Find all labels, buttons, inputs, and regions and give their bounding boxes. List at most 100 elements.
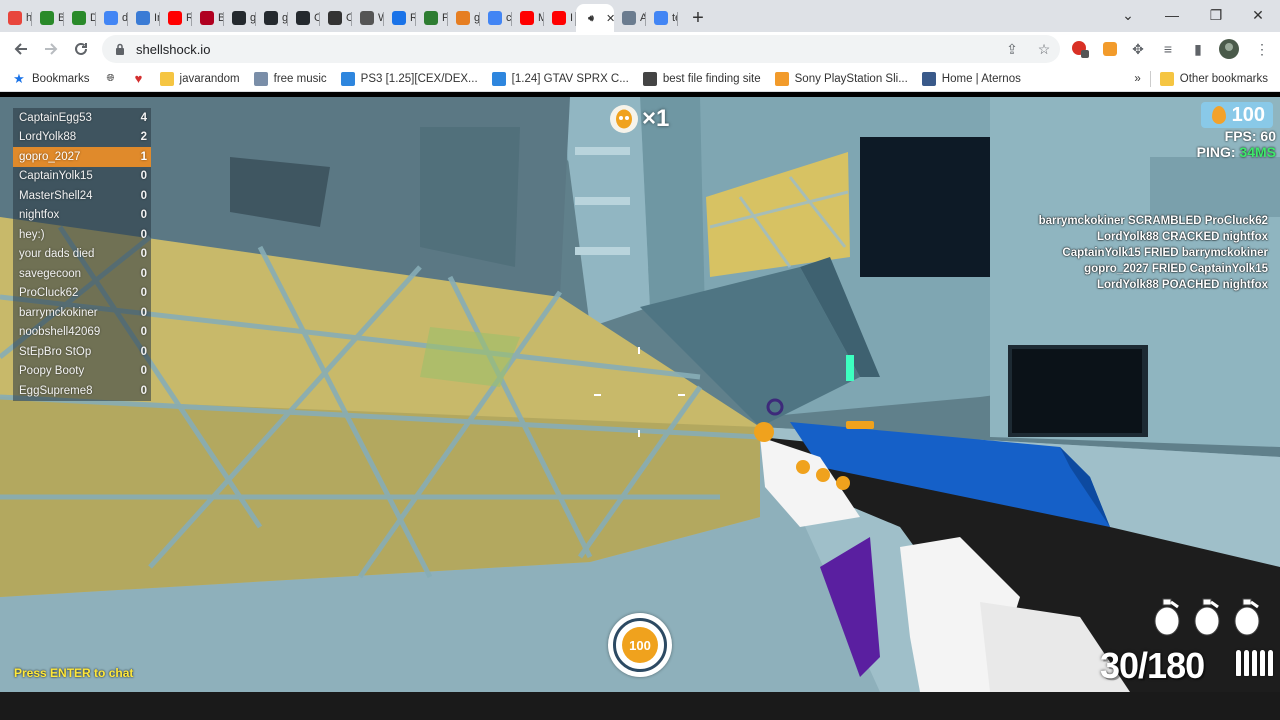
reading-list-icon[interactable]: ≡ [1154,35,1182,63]
forward-button[interactable] [36,34,66,64]
back-arrow-icon [14,43,27,55]
side-panel-icon[interactable]: ▮ [1184,35,1212,63]
bookmarks-manager[interactable]: ★ Bookmarks [0,67,97,91]
extensions-puzzle-icon[interactable]: ✥ [1124,35,1152,63]
back-button[interactable] [6,34,36,64]
browser-tab[interactable]: Be [192,4,224,32]
extension-red-icon[interactable] [1066,35,1094,63]
avatar-icon [622,11,636,25]
profile-avatar[interactable] [1215,35,1243,63]
chart-icon [136,11,150,25]
kill-streak: ×1 [610,105,669,133]
fps-label: FPS: [1224,128,1257,144]
crosshair-bottom [638,430,640,437]
menu-kebab-icon[interactable]: ⋮ [1248,35,1276,63]
browser-tab[interactable]: Ru [160,4,192,32]
health-ring: 100 [613,618,667,672]
orange-icon [456,11,470,25]
browser-tab[interactable]: ca [480,4,512,32]
bookmark-star-icon[interactable]: ☆ [1030,35,1058,63]
kill-feed: barrymckokiner SCRAMBLED ProCluck62 LordY… [1039,213,1268,293]
bookmark-item[interactable]: PS3 [1.25][CEX/DEX... [334,67,485,91]
browser-tab[interactable]: W [352,4,384,32]
browser-tab[interactable]: Py [416,4,448,32]
bookmark-item[interactable]: javarandom [153,67,247,91]
grenade-icon [1234,598,1260,636]
tab-strip: hcBuDcdeImRuBegcgcClOjWRePygicaMI t🔊︎✕At… [0,0,1280,32]
player-name: gopro_2027 [19,150,81,163]
player-name: hey:) [19,228,45,241]
bookmark-label: javarandom [179,72,240,85]
kill-feed-entry: LordYolk88 CRACKED nightfox [1096,231,1268,243]
scoreboard-row: nightfox 0 [13,205,151,225]
bookmark-item[interactable]: Home | Aternos [915,67,1028,91]
globe-icon: 🌐︎ [106,73,115,84]
browser-tab[interactable]: te [646,4,678,32]
browser-tab[interactable]: gc [256,4,288,32]
browser-tab[interactable]: 🔊︎ ✕ [576,4,614,32]
reload-button[interactable] [66,34,96,64]
bookmark-item[interactable]: Sony PlayStation Sli... [768,67,915,91]
egg-currency-badge[interactable]: 100 [1201,102,1273,128]
browser-tab[interactable]: Dc [64,4,96,32]
heart-icon: ♥ [134,71,143,86]
openai-icon [328,11,342,25]
tab-search-chevron-icon[interactable]: ⌄ [1106,0,1150,30]
restore-button[interactable]: ❐ [1194,0,1238,30]
player-score: 0 [140,209,147,222]
game-viewport[interactable]: CaptainEgg53 4 LordYolk88 2 gopro_2027 1 Capta… [0,97,1280,692]
bullet-icon [1236,650,1273,676]
minimize-button[interactable]: — [1150,0,1194,30]
fps-value: 60 [1260,128,1276,144]
browser-tab[interactable]: M [512,4,544,32]
browser-tab[interactable]: gi [448,4,480,32]
close-window-button[interactable]: ✕ [1236,0,1280,30]
bookmark-label: PS3 [1.25][CEX/DEX... [360,72,478,85]
player-name: noobshell42069 [19,326,101,339]
player-name: your dads died [19,248,95,261]
chat-prompt: Press ENTER to chat [14,666,134,680]
globe-icon [360,11,374,25]
more-bookmarks-button[interactable]: » [1127,67,1147,91]
address-bar[interactable]: shellshock.io ⇪ ☆ [102,35,1060,63]
browser-tab[interactable]: Bu [32,4,64,32]
other-bookmarks[interactable]: Other bookmarks [1153,67,1280,91]
share-icon[interactable]: ⇪ [998,35,1026,63]
bookmark-item[interactable]: best file finding site [636,67,768,91]
bookmark-globe[interactable]: 🌐︎ [97,67,125,91]
scoreboard-row: barrymckokiner 0 [13,303,151,323]
bookmark-item[interactable]: [1.24] GTAV SPRX C... [485,67,636,91]
health-value: 100 [622,627,658,663]
ping-value: 34MS [1239,144,1276,160]
browser-tab[interactable]: gc [224,4,256,32]
google-icon [488,11,502,25]
browser-tab[interactable]: Cl [288,4,320,32]
new-tab-button[interactable]: + [682,4,714,32]
browser-tab[interactable]: Oj [320,4,352,32]
robot-icon [642,71,657,86]
browser-tab[interactable]: de [96,4,128,32]
browser-tab[interactable]: I t [544,4,576,32]
star-icon: ★ [13,70,25,86]
bookmark-item[interactable]: free music [247,67,334,91]
grenade-inventory [1152,597,1262,637]
blue-dot-icon [392,11,406,25]
m-icon [200,11,214,25]
browser-tab[interactable]: A [614,4,646,32]
player-name: LordYolk88 [19,131,77,144]
golden-egg-icon [1211,106,1226,124]
bookmark-list: javarandom free music PS3 [1.25][CEX/DEX..… [153,67,1028,91]
w-icon [424,11,438,25]
ping-counter: PING: 34MS [1197,144,1276,160]
browser-tab[interactable]: Re [384,4,416,32]
google-icon [654,11,668,25]
scoreboard-row: CaptainYolk15 0 [13,166,151,186]
speaker-icon: 🔊︎ [588,12,594,23]
crosshair-right [678,394,685,396]
bookmark-heart[interactable]: ♥ [125,67,153,91]
extension-orange-icon[interactable] [1096,35,1124,63]
tab-close-icon[interactable]: ✕ [606,12,614,25]
egg-count: 100 [1231,103,1265,126]
browser-tab[interactable]: Im [128,4,160,32]
browser-tab[interactable]: hc [0,4,32,32]
